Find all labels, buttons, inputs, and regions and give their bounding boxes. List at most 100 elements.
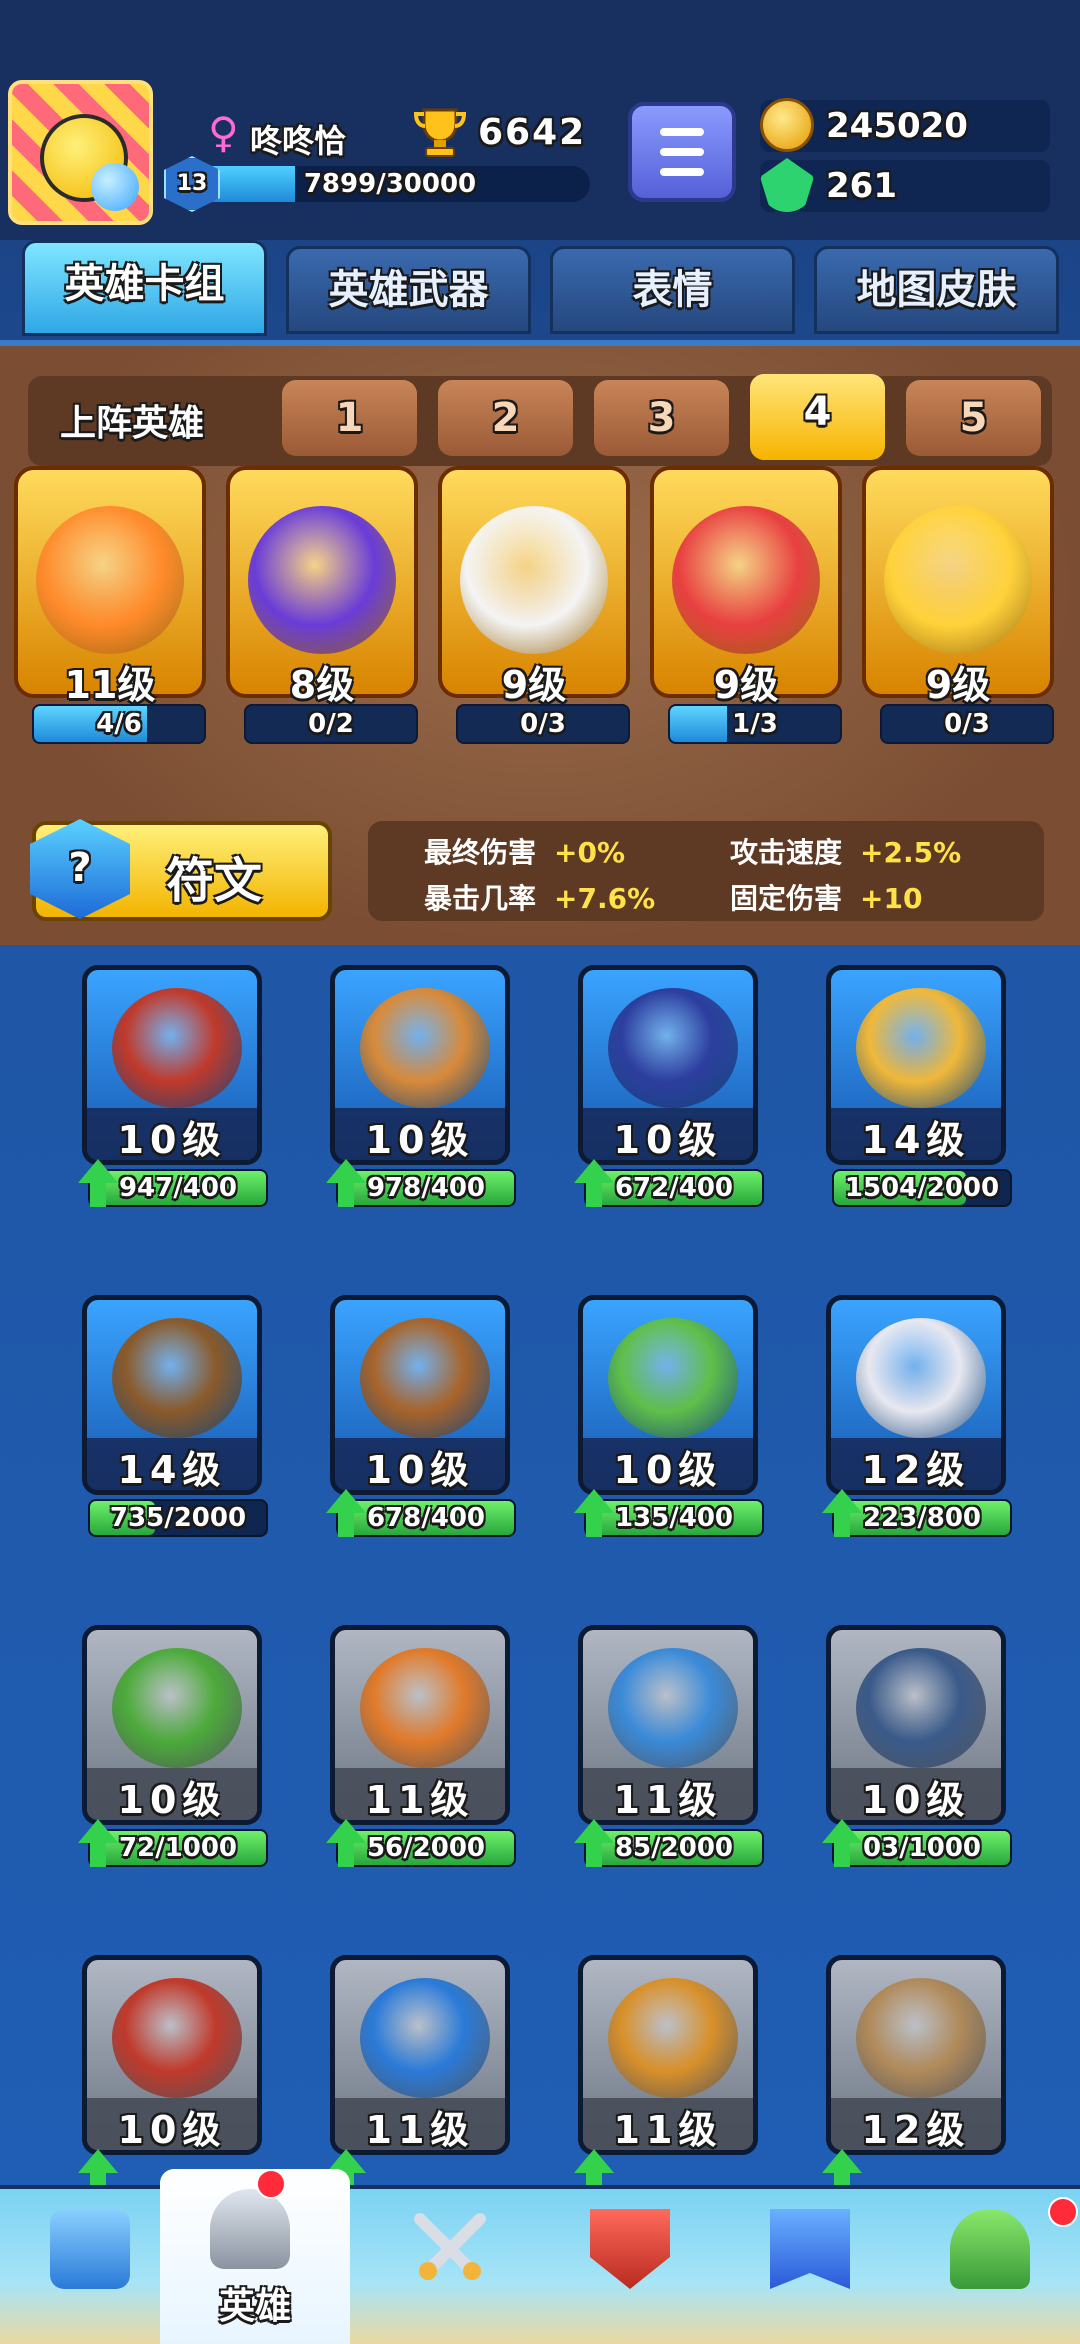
trophy-count: 6642 bbox=[478, 112, 587, 153]
hero-card-progress: 978/400 bbox=[336, 1169, 516, 1207]
hero-card[interactable]: 10级 678/400 bbox=[326, 1295, 516, 1537]
deck-hero-card[interactable]: 8级 0/2 bbox=[226, 466, 418, 744]
deck-card-progress: 1/3 bbox=[668, 704, 842, 744]
tab-map-skins[interactable]: 地图皮肤 bbox=[814, 246, 1059, 334]
hero-card[interactable]: 11级 bbox=[326, 1955, 510, 2185]
stat-value: +0% bbox=[554, 836, 626, 869]
hero-level: 11级 bbox=[613, 1778, 723, 1822]
nav-rank[interactable] bbox=[540, 2189, 720, 2344]
hero-card[interactable]: 10级 bbox=[78, 1955, 262, 2185]
hero-card[interactable]: 12级 bbox=[822, 1955, 1006, 2185]
notification-dot bbox=[256, 2169, 286, 2199]
player-panel: ♀ 咚咚恰 6642 7899/30000 13 bbox=[150, 100, 600, 212]
player-level-badge: 13 bbox=[164, 156, 220, 212]
hero-card-progress-text: 223/800 bbox=[862, 1503, 982, 1533]
nav-heroes[interactable]: 英雄 bbox=[160, 2169, 350, 2344]
hero-card[interactable]: 12级 223/800 bbox=[822, 1295, 1012, 1537]
stat-label: 固定伤害 bbox=[730, 882, 843, 915]
stat-crit-chance: 暴击几率 +7.6% bbox=[424, 877, 655, 917]
hero-card[interactable]: 10级 947/400 bbox=[78, 965, 268, 1207]
deck-hero-card[interactable]: 9级 0/3 bbox=[862, 466, 1054, 744]
hero-level: 14级 bbox=[861, 1118, 971, 1162]
menu-button[interactable] bbox=[628, 102, 736, 202]
slime-avatar-icon bbox=[91, 163, 139, 211]
hero-level: 11级 bbox=[365, 1778, 475, 1822]
deck-card-progress-text: 4/6 bbox=[96, 709, 142, 739]
hero-card[interactable]: 11级 bbox=[574, 1955, 758, 2185]
hero-card[interactable]: 14级 1504/2000 bbox=[826, 965, 1012, 1207]
rune-gem-icon: ? bbox=[30, 819, 130, 919]
hero-card-progress: 678/400 bbox=[336, 1499, 516, 1537]
deck-card-level: 8级 bbox=[289, 663, 355, 707]
treasure-chest-icon bbox=[50, 2209, 130, 2289]
nav-shop[interactable] bbox=[0, 2189, 180, 2344]
sprout-island-icon bbox=[950, 2209, 1030, 2289]
deck-slot-3[interactable]: 3 bbox=[594, 380, 729, 456]
deck-hero-card[interactable]: 11级 4/6 bbox=[14, 466, 206, 744]
trophy-icon bbox=[413, 108, 467, 157]
hero-portrait-icon bbox=[360, 988, 490, 1108]
hero-portrait-icon bbox=[608, 1648, 738, 1768]
gem-counter[interactable]: 261 bbox=[760, 158, 1050, 212]
coin-counter[interactable]: 245020 bbox=[760, 98, 1050, 152]
hero-portrait-icon bbox=[112, 1978, 242, 2098]
hero-card[interactable]: 11级 85/2000 bbox=[574, 1625, 764, 1867]
hero-level: 10级 bbox=[365, 1118, 475, 1162]
hero-level: 10级 bbox=[613, 1118, 723, 1162]
dark-mage-hero-icon bbox=[248, 506, 396, 654]
rune-button[interactable]: ? 符文 bbox=[30, 819, 332, 921]
hero-card[interactable]: 14级 735/2000 bbox=[82, 1295, 268, 1537]
hero-card-progress: 1504/2000 bbox=[832, 1169, 1012, 1207]
hero-card-progress-text: 678/400 bbox=[366, 1503, 486, 1533]
nav-garden[interactable] bbox=[900, 2189, 1080, 2344]
tab-emotes[interactable]: 表情 bbox=[550, 246, 795, 334]
deck-slot-5[interactable]: 5 bbox=[906, 380, 1041, 456]
hero-card[interactable]: 10级 72/1000 bbox=[78, 1625, 268, 1867]
deck-slot-1[interactable]: 1 bbox=[282, 380, 417, 456]
hero-portrait-icon bbox=[856, 988, 986, 1108]
hero-card-progress-text: 735/2000 bbox=[109, 1503, 247, 1533]
player-name: 咚咚恰 bbox=[250, 122, 347, 160]
deck-hero-card[interactable]: 9级 1/3 bbox=[650, 466, 842, 744]
monkey-king-hero-icon bbox=[36, 506, 184, 654]
hero-portrait-icon bbox=[856, 1978, 986, 2098]
deck-hero-card[interactable]: 9级 0/3 bbox=[438, 466, 630, 744]
hero-card-progress-text: 978/400 bbox=[366, 1173, 486, 1203]
deck-card-level: 9级 bbox=[925, 663, 991, 707]
hero-portrait-icon bbox=[608, 1318, 738, 1438]
hero-card[interactable]: 10级 672/400 bbox=[574, 965, 764, 1207]
stats-box: 最终伤害 +0% 攻击速度 +2.5% 暴击几率 +7.6% 固定伤害 +10 bbox=[368, 821, 1044, 921]
hero-level: 12级 bbox=[861, 1448, 971, 1492]
hero-collection-grid: 10级 947/400 10级 978/400 10级 672/400 14级 1504/20… bbox=[0, 945, 1080, 2185]
stat-label: 攻击速度 bbox=[730, 836, 843, 869]
hero-card[interactable]: 10级 135/400 bbox=[574, 1295, 764, 1537]
stat-fixed-damage: 固定伤害 +10 bbox=[730, 877, 922, 917]
hero-level: 10级 bbox=[365, 1448, 475, 1492]
hero-card-progress: 223/800 bbox=[832, 1499, 1012, 1537]
bottom-navigation: 英雄 bbox=[0, 2169, 1080, 2344]
deck-card-progress: 0/3 bbox=[880, 704, 1054, 744]
hero-level: 11级 bbox=[365, 2108, 475, 2152]
hero-card-progress: 56/2000 bbox=[336, 1829, 516, 1867]
chef-hero-icon bbox=[884, 506, 1032, 654]
deck-slot-2[interactable]: 2 bbox=[438, 380, 573, 456]
deck-slot-4[interactable]: 4 bbox=[750, 374, 885, 460]
tab-hero-weapons[interactable]: 英雄武器 bbox=[286, 246, 531, 334]
hero-card[interactable]: 11级 56/2000 bbox=[326, 1625, 516, 1867]
notification-dot bbox=[1048, 2197, 1078, 2227]
deck-card-level: 11级 bbox=[64, 663, 156, 707]
menu-icon-bar bbox=[660, 168, 704, 176]
coin-amount: 245020 bbox=[826, 106, 968, 146]
female-icon: ♀ bbox=[208, 108, 239, 157]
hero-card[interactable]: 10级 03/1000 bbox=[822, 1625, 1012, 1867]
ghost-hero-icon bbox=[460, 506, 608, 654]
deck-title: 上阵英雄 bbox=[60, 403, 205, 444]
knight-helmet-icon bbox=[210, 2189, 290, 2269]
nav-battle[interactable] bbox=[360, 2189, 540, 2344]
player-avatar[interactable] bbox=[8, 80, 153, 225]
hero-card-progress-text: 85/2000 bbox=[614, 1833, 734, 1863]
nav-social[interactable] bbox=[720, 2189, 900, 2344]
hero-card[interactable]: 10级 978/400 bbox=[326, 965, 516, 1207]
hero-level: 10级 bbox=[613, 1448, 723, 1492]
tab-hero-deck[interactable]: 英雄卡组 bbox=[22, 240, 267, 336]
